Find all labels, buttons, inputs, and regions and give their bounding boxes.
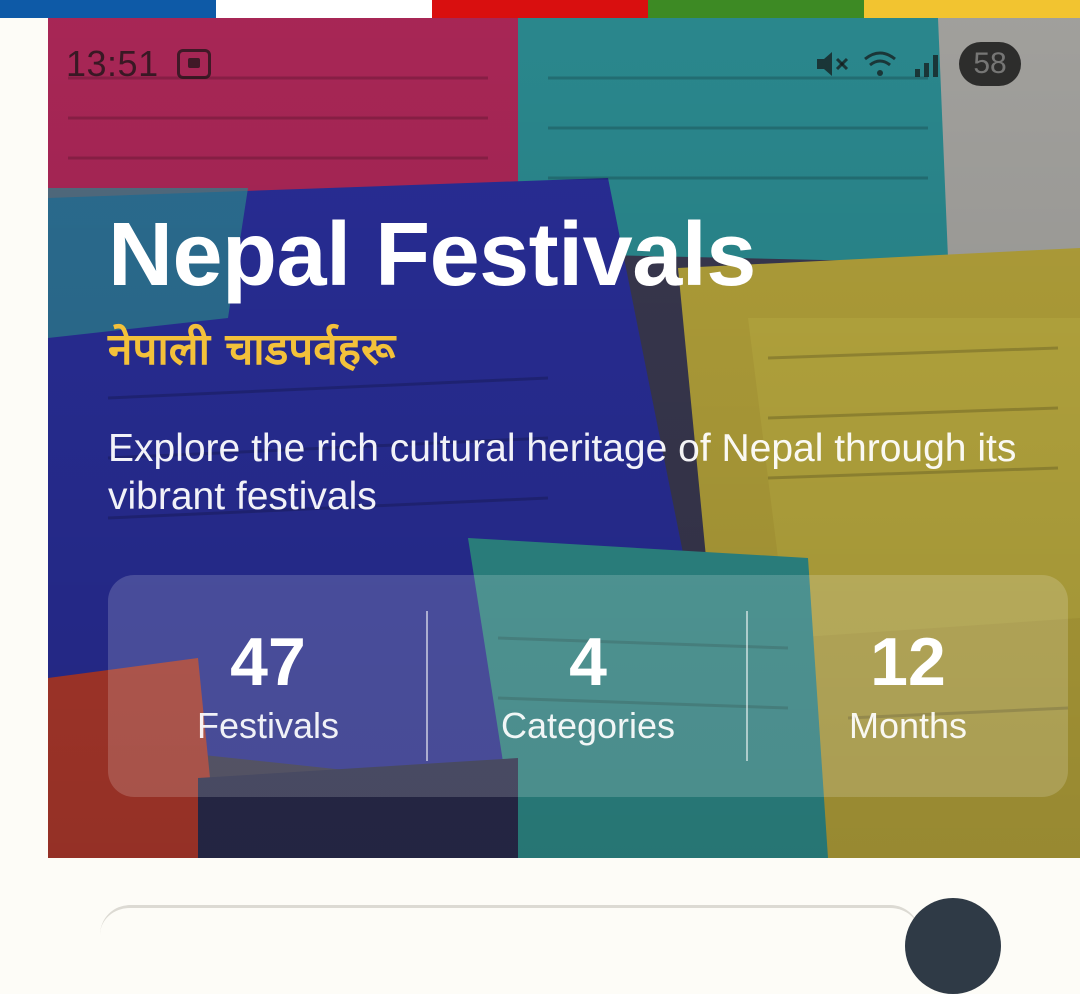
search-bar[interactable]: [100, 905, 920, 948]
wifi-icon: [864, 51, 896, 76]
screen-record-icon: [176, 49, 211, 79]
flag-stripe-red: [432, 0, 648, 18]
stat-label: Months: [848, 705, 968, 746]
flag-stripe-green: [648, 0, 864, 18]
status-icons: 58: [815, 42, 1021, 86]
flag-color-stripe: [0, 0, 1080, 18]
stat-months: 12 Months: [748, 575, 1068, 797]
stat-categories: 4 Categories: [428, 575, 748, 797]
page-description: Explore the rich cultural heritage of Ne…: [108, 427, 1017, 518]
battery-indicator: 58: [959, 42, 1021, 86]
stat-value: 47: [230, 624, 306, 700]
stat-value: 12: [870, 624, 946, 700]
page-title: Nepal Festivals: [108, 205, 756, 305]
stats-card: 47 Festivals 4 Categories 12 Months: [108, 575, 1068, 797]
flag-stripe-blue: [0, 0, 216, 18]
stat-label: Categories: [500, 705, 676, 746]
signal-icon: [915, 55, 938, 77]
flag-stripe-yellow: [864, 0, 1080, 18]
status-bar: 13:51 58: [66, 40, 1021, 88]
page-subtitle-nepali: नेपाली चाडपर्वहरू: [108, 324, 396, 375]
flag-stripe-white: [216, 0, 432, 18]
status-time: 13:51: [66, 43, 159, 84]
stat-festivals: 47 Festivals: [108, 575, 428, 797]
mute-icon: [817, 52, 849, 76]
stat-label: Festivals: [196, 705, 340, 746]
floating-action-button[interactable]: [905, 898, 1001, 994]
stat-value: 4: [569, 624, 607, 700]
